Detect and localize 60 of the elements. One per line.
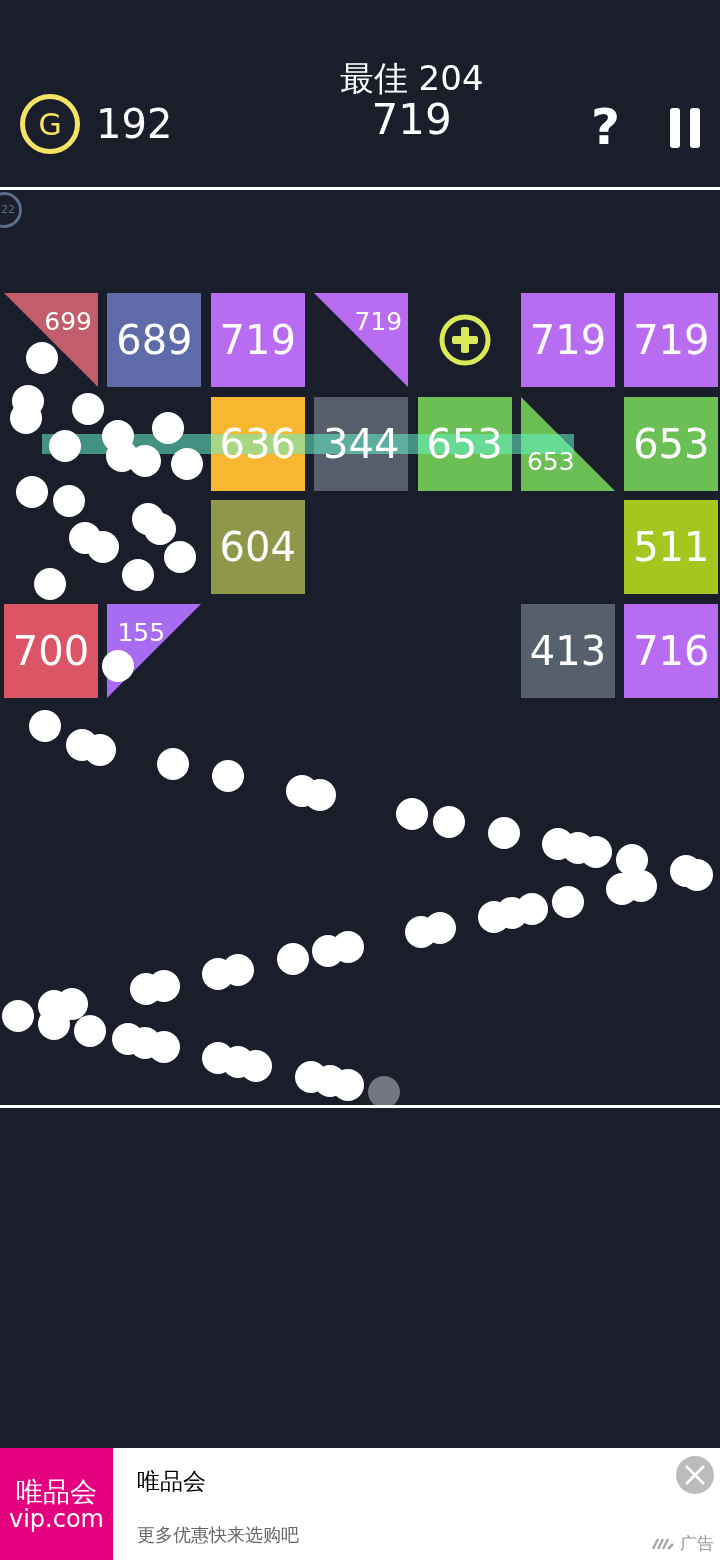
ball	[552, 886, 584, 918]
ad-mark-icon	[652, 1538, 674, 1550]
coin-count: 192	[96, 100, 173, 149]
plus-icon	[437, 313, 492, 367]
number-tile: 700	[4, 603, 98, 698]
ball	[26, 342, 58, 374]
ad-title: 唯品会	[137, 1467, 207, 1496]
ball	[433, 806, 465, 838]
coin-icon: G	[20, 94, 80, 154]
triangle-tile: 719	[314, 293, 409, 387]
number-tile: 511	[624, 500, 719, 594]
ball	[144, 513, 176, 545]
level-badge: 22	[0, 192, 22, 228]
close-icon	[684, 1464, 706, 1486]
number-tile: 689	[107, 293, 202, 387]
ball	[72, 393, 104, 425]
ball	[312, 935, 344, 967]
ball	[396, 798, 428, 830]
ball	[122, 559, 154, 591]
logo-name: 唯品会	[16, 1477, 97, 1507]
number-tile: 344	[314, 396, 409, 491]
ball	[157, 748, 189, 780]
ball-launcher	[368, 1076, 400, 1105]
number-tile: 719	[520, 293, 615, 387]
best-score: 最佳 204	[339, 60, 484, 98]
current-score: 719	[371, 97, 452, 144]
number-tile: 653	[624, 396, 719, 491]
ball	[53, 485, 85, 517]
ball	[102, 650, 134, 682]
ball	[74, 1015, 106, 1047]
ball	[87, 531, 119, 563]
ball	[405, 916, 437, 948]
ball	[488, 817, 520, 849]
ball	[152, 412, 184, 444]
pause-button[interactable]	[670, 107, 700, 148]
ball	[202, 958, 234, 990]
logo-domain: vip.com	[9, 1506, 104, 1531]
number-tile: 719	[210, 293, 305, 387]
ball	[277, 943, 309, 975]
ad-label: 广告	[680, 1531, 714, 1555]
triangle-tile: 653	[520, 396, 615, 491]
ball	[49, 430, 81, 462]
ball	[34, 568, 66, 600]
ad-text: 更多优惠快来选购吧	[137, 1523, 299, 1547]
number-tile: 413	[520, 603, 615, 698]
ball	[84, 734, 116, 766]
ball	[129, 445, 161, 477]
number-tile: 604	[210, 500, 305, 594]
ball	[29, 710, 61, 742]
ball	[164, 541, 196, 573]
ball	[171, 448, 203, 480]
number-tile: 716	[624, 603, 719, 698]
ball	[616, 844, 648, 876]
help-button[interactable]: ?	[590, 90, 620, 165]
ball	[16, 476, 48, 508]
number-tile: 653	[417, 396, 512, 491]
ball	[148, 1031, 180, 1063]
number-tile: 719	[624, 293, 719, 387]
ball	[212, 760, 244, 792]
ball	[2, 1000, 34, 1032]
